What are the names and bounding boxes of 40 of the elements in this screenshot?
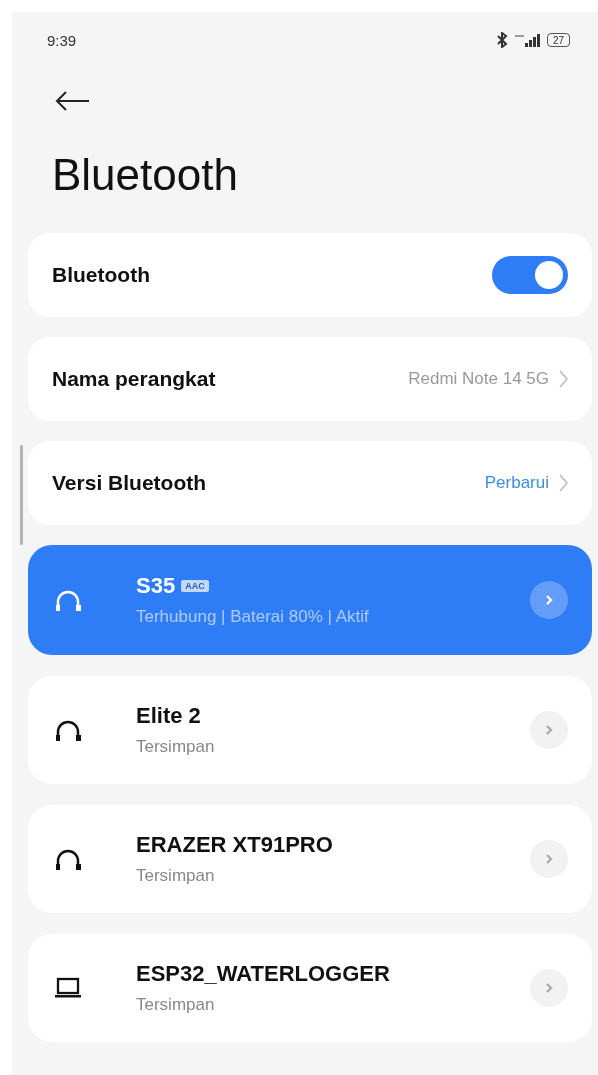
codec-badge: AAC bbox=[181, 580, 209, 592]
device-status: Tersimpan bbox=[136, 995, 216, 1015]
chevron-icon bbox=[545, 724, 553, 736]
laptop-icon bbox=[54, 977, 82, 999]
chevron-icon bbox=[545, 853, 553, 865]
details-button[interactable] bbox=[530, 581, 568, 619]
device-name: ESP32_WATERLOGGER bbox=[136, 961, 390, 987]
device-card[interactable]: ERAZER XT91PRO Tersimpan bbox=[28, 805, 592, 913]
headphones-icon bbox=[54, 847, 82, 871]
battery-icon: 27 bbox=[546, 33, 570, 47]
bluetooth-icon bbox=[494, 32, 509, 48]
chevron-icon bbox=[559, 370, 568, 388]
device-status: Tersimpan bbox=[136, 737, 216, 757]
chevron-icon bbox=[545, 982, 553, 994]
clock: 9:39 bbox=[47, 31, 77, 49]
signal-icon bbox=[514, 33, 541, 47]
details-button[interactable] bbox=[530, 711, 568, 749]
back-arrow-icon[interactable] bbox=[54, 90, 90, 112]
setting-row[interactable]: Versi Bluetooth Perbarui bbox=[28, 441, 592, 525]
device-status: Tersimpan bbox=[136, 866, 216, 886]
details-button[interactable] bbox=[530, 969, 568, 1007]
setting-label: Nama perangkat bbox=[52, 367, 216, 391]
setting-value[interactable]: Perbarui bbox=[484, 473, 549, 493]
setting-label: Versi Bluetooth bbox=[52, 471, 207, 495]
device-name: ERAZER XT91PRO bbox=[136, 832, 333, 858]
device-status: Terhubung | Baterai 80% | Aktif bbox=[136, 607, 370, 627]
page-title: Bluetooth bbox=[52, 150, 239, 200]
chevron-icon bbox=[559, 474, 568, 492]
chevron-icon bbox=[545, 594, 553, 606]
headphones-icon bbox=[54, 588, 82, 612]
device-card[interactable]: Elite 2 Tersimpan bbox=[28, 676, 592, 784]
device-card[interactable]: ESP32_WATERLOGGER Tersimpan bbox=[28, 934, 592, 1042]
device-card[interactable]: S35 AAC Terhubung | Baterai 80% | Aktif bbox=[28, 545, 592, 655]
headphones-icon bbox=[54, 718, 82, 742]
device-name: Elite 2 bbox=[136, 703, 201, 729]
details-button[interactable] bbox=[530, 840, 568, 878]
toggle-switch[interactable] bbox=[492, 256, 568, 294]
setting-label: Bluetooth bbox=[52, 263, 150, 287]
setting-row[interactable]: Nama perangkat Redmi Note 14 5G bbox=[28, 337, 592, 421]
device-name: S35 bbox=[136, 573, 176, 599]
